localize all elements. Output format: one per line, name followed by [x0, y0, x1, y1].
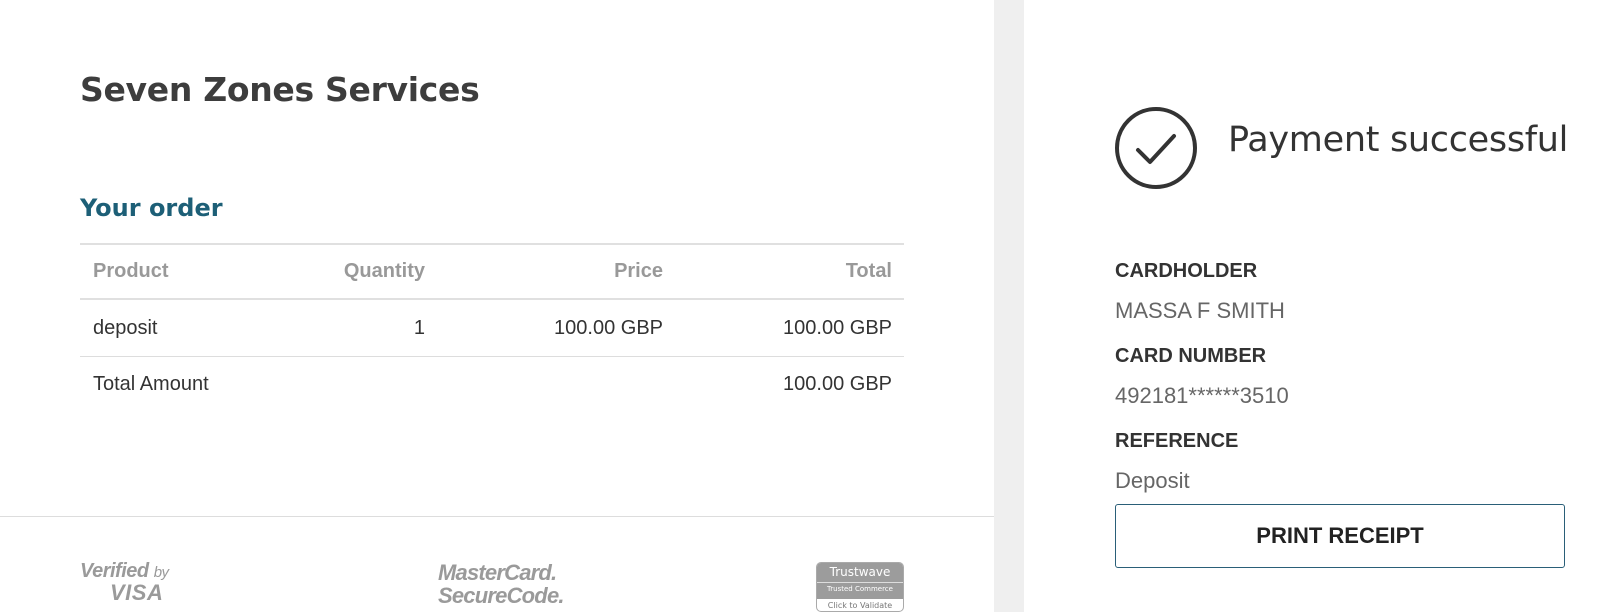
column-header-quantity: Quantity	[343, 260, 425, 282]
order-title: Your order	[80, 194, 223, 222]
panel-divider	[994, 0, 1024, 612]
total-cell: 100.00 GBP	[783, 316, 892, 339]
order-panel: Seven Zones Services Your order Product …	[0, 0, 994, 612]
price-cell: 100.00 GBP	[554, 316, 663, 339]
reference-value: Deposit	[1115, 468, 1190, 493]
column-header-product: Product	[93, 260, 169, 282]
verified-by-visa-logo: Verified by VISA	[80, 560, 169, 605]
print-receipt-button[interactable]: PRINT RECEIPT	[1115, 504, 1565, 568]
quantity-cell: 1	[413, 316, 425, 339]
footer-divider	[0, 516, 994, 517]
check-circle-icon	[1115, 107, 1197, 189]
table-row: deposit 1 100.00 GBP 100.00 GBP	[80, 300, 904, 357]
reference-label: REFERENCE	[1115, 430, 1239, 452]
total-amount-value: 100.00 GBP	[783, 373, 892, 395]
merchant-name: Seven Zones Services	[80, 70, 480, 109]
table-header-row: Product Quantity Price Total	[80, 243, 904, 300]
mastercard-securecode-logo: MasterCard. SecureCode.	[438, 560, 565, 608]
card-number-value: 492181******3510	[1115, 383, 1289, 408]
total-amount-label: Total Amount	[93, 373, 209, 395]
total-amount-row: Total Amount 100.00 GBP	[80, 357, 904, 412]
cardholder-value: MASSA F SMITH	[1115, 298, 1285, 323]
card-number-label: CARD NUMBER	[1115, 345, 1267, 367]
cardholder-label: CARDHOLDER	[1115, 260, 1258, 282]
trustwave-seal[interactable]: Trustwave Trusted Commerce Click to Vali…	[816, 562, 904, 612]
column-header-price: Price	[614, 260, 663, 282]
product-cell: deposit	[93, 316, 158, 339]
payment-status: Payment successful	[1228, 120, 1569, 160]
column-header-total: Total	[845, 260, 892, 282]
order-table: Product Quantity Price Total deposit 1 1…	[80, 243, 904, 412]
